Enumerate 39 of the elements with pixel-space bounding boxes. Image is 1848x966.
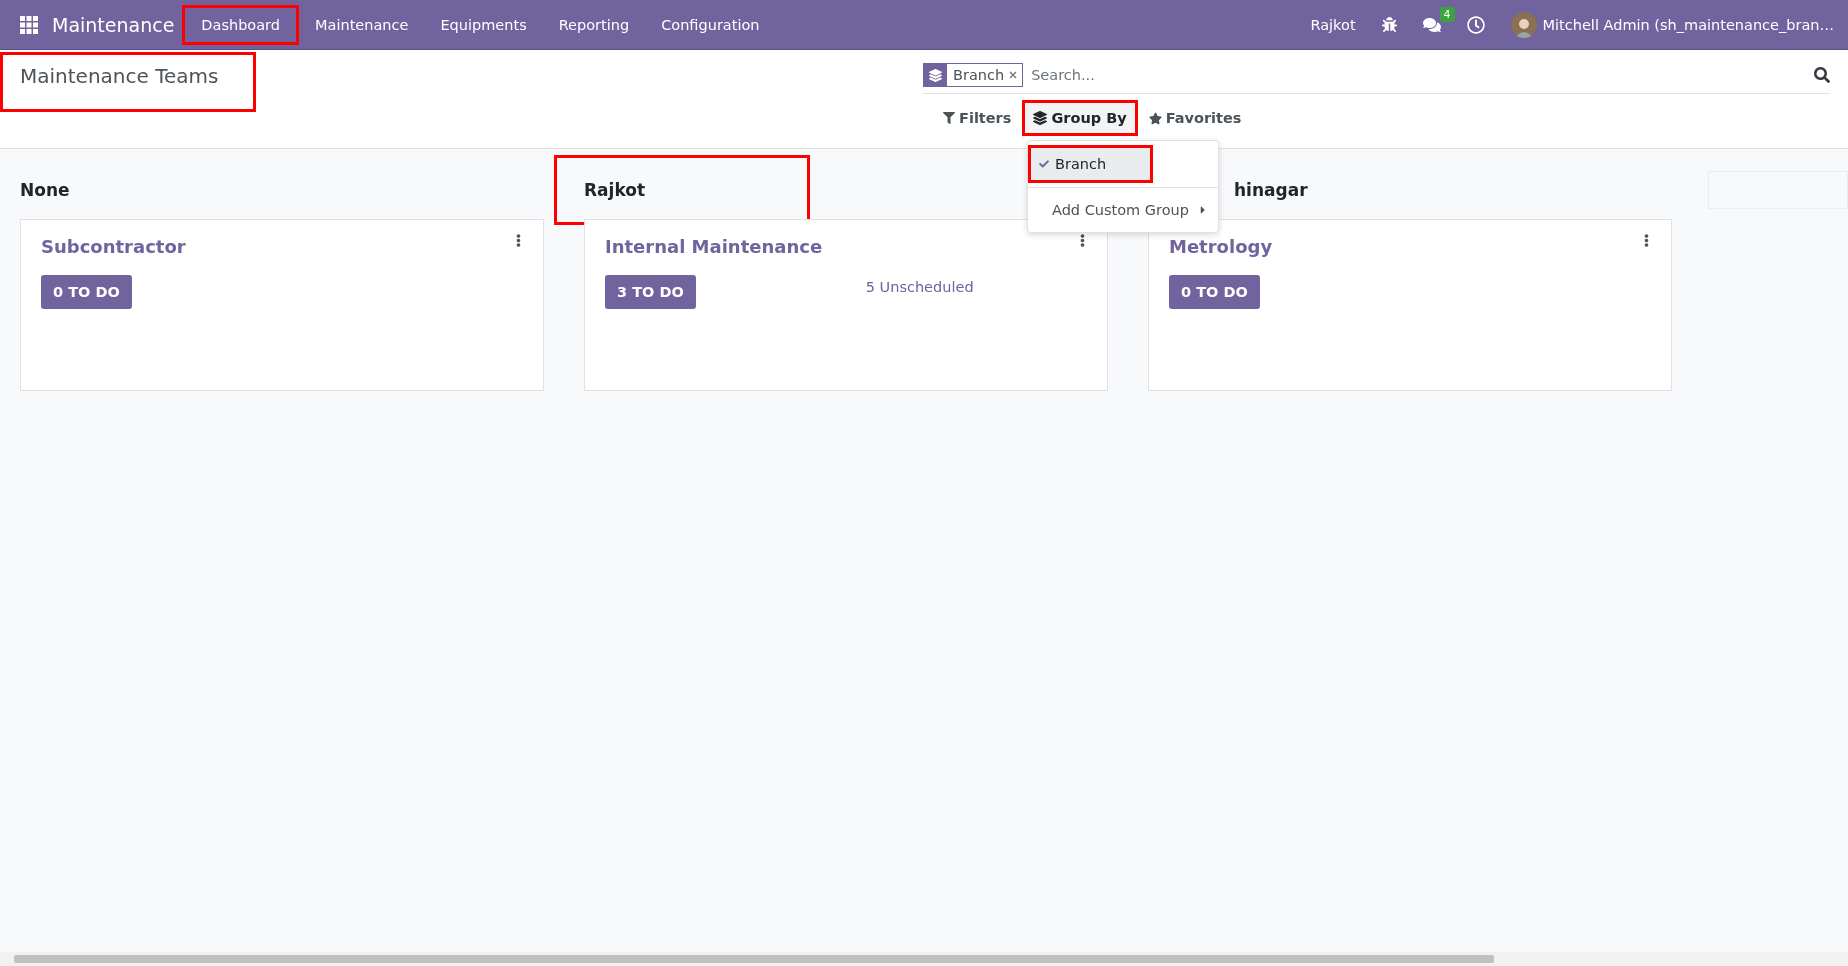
filter-icon — [943, 112, 955, 124]
search-option-button[interactable]: Filters — [932, 100, 1023, 136]
layers-icon — [929, 68, 942, 82]
branch-switcher[interactable]: Rajkot — [1310, 16, 1356, 33]
bug-icon[interactable] — [1381, 17, 1397, 32]
todo-button[interactable]: 3 TO DO — [605, 275, 696, 309]
menu-item[interactable]: Maintenance — [299, 0, 425, 49]
user-menu[interactable]: Mitchell Admin (sh_maintenance_bran… — [1542, 16, 1834, 33]
page-title: Maintenance Teams — [20, 64, 219, 88]
menu-item[interactable]: Configuration — [645, 0, 776, 49]
menu-item[interactable]: Equipments — [424, 0, 543, 49]
search-option-button[interactable]: Favorites — [1137, 100, 1253, 136]
todo-button[interactable]: 0 TO DO — [1169, 275, 1260, 309]
search-icon[interactable] — [1814, 67, 1830, 83]
menu-item[interactable]: Reporting — [542, 0, 646, 49]
layers-icon — [1033, 111, 1048, 125]
team-name[interactable]: Metrology — [1169, 236, 1273, 257]
team-name[interactable]: Internal Maintenance — [605, 236, 823, 257]
check-icon — [1039, 159, 1049, 169]
unscheduled-link[interactable]: 5 Unscheduled — [865, 279, 974, 295]
menu-item[interactable]: Dashboard — [182, 4, 300, 45]
todo-button[interactable]: 0 TO DO — [41, 275, 132, 309]
app-name[interactable]: Maintenance — [52, 13, 175, 36]
search-facet[interactable]: Branch — [923, 63, 1024, 87]
column-title: Rajkot — [584, 180, 646, 200]
avatar[interactable] — [1510, 11, 1537, 38]
add-custom-group-item[interactable]: Add Custom Group — [1028, 192, 1218, 228]
horizontal-scrollbar[interactable] — [0, 952, 1848, 966]
column-title: hinagar — [1234, 180, 1308, 200]
clock-icon[interactable] — [1466, 15, 1485, 34]
team-name[interactable]: Subcontractor — [41, 236, 186, 257]
message-count-badge: 4 — [1439, 6, 1455, 22]
column-title: None — [20, 180, 70, 200]
close-icon[interactable] — [1009, 71, 1018, 79]
dropdown-item[interactable]: Branch — [1028, 145, 1153, 183]
search-option-button[interactable]: Group By — [1022, 100, 1138, 136]
star-icon — [1148, 111, 1162, 125]
chat-icon[interactable] — [1422, 15, 1441, 34]
app-grid-icon[interactable] — [20, 15, 38, 34]
